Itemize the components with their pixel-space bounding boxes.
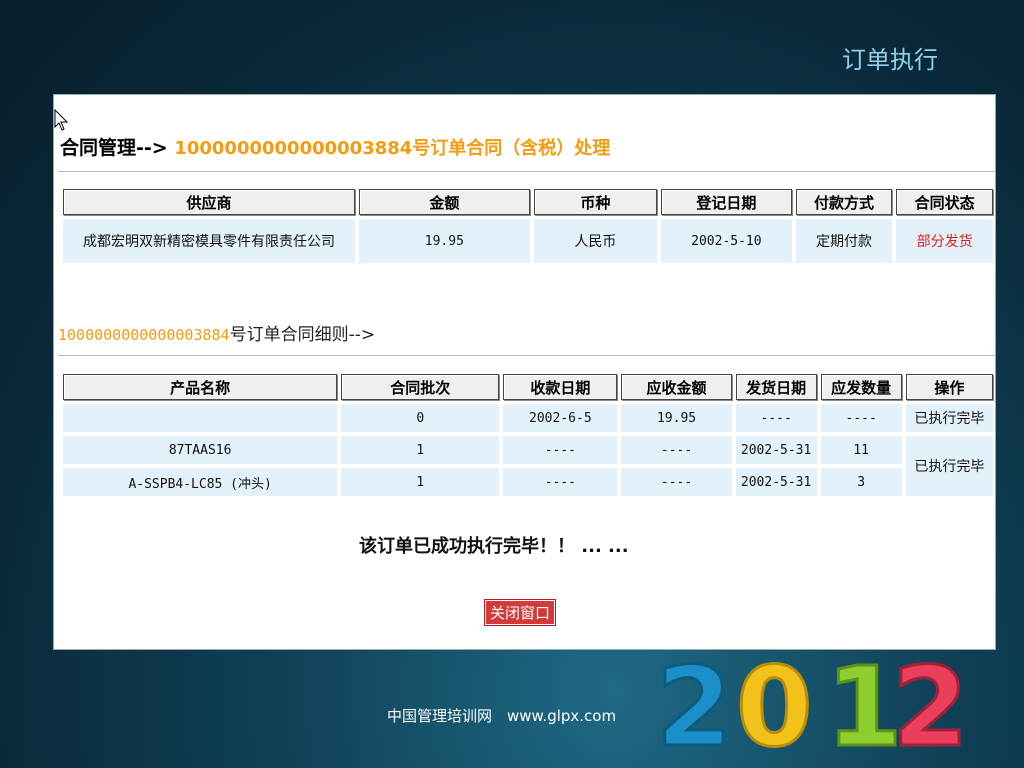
deco-digit: 2	[656, 643, 733, 758]
batch-cell: 1	[341, 468, 500, 496]
slide-title: 订单执行	[842, 46, 938, 74]
col-currency: 币种	[533, 189, 658, 215]
contract-header-row: 供应商 金额 币种 登记日期 付款方式 合同状态	[63, 189, 993, 215]
detail-order-no: 1000000000000003884	[58, 326, 230, 344]
detail-header-row: 产品名称 合同批次 收款日期 应收金额 发货日期 应发数量 操作	[63, 374, 993, 400]
col-pay-date: 收款日期	[503, 374, 618, 400]
pay-date-cell: 2002-6-5	[503, 404, 618, 432]
qty-cell: 3	[820, 468, 902, 496]
ship-date-cell: 2002-5-31	[735, 468, 817, 496]
deco-digit: 0	[736, 643, 813, 758]
product-cell	[63, 404, 338, 432]
col-date: 登记日期	[661, 189, 792, 215]
divider	[58, 355, 995, 356]
year-2012-decoration: 2 0 1 2	[655, 643, 971, 758]
detail-title-suffix: 号订单合同细则-->	[229, 325, 376, 345]
slide-footer: 中国管理培训网 www.glpx.com	[387, 707, 617, 725]
detail-table: 产品名称 合同批次 收款日期 应收金额 发货日期 应发数量 操作 0 2002-…	[59, 370, 997, 500]
ship-date-cell: 2002-5-31	[735, 436, 817, 464]
status-badge: 部分发货	[896, 219, 993, 263]
table-row: 0 2002-6-5 19.95 ---- ---- 已执行完毕	[63, 404, 993, 432]
pay-date-cell: ----	[503, 436, 618, 464]
heading-prefix: 合同管理-->	[60, 137, 168, 159]
page-heading: 合同管理--> 1000000000000003884号订单合同（含税）处理	[60, 133, 610, 160]
qty-cell: 11	[820, 436, 902, 464]
col-status: 合同状态	[896, 189, 993, 215]
detail-heading: 1000000000000003884号订单合同细则-->	[58, 320, 375, 345]
table-row: 87TAAS16 1 ---- ---- 2002-5-31 11 已执行完毕	[63, 436, 993, 496]
divider	[58, 171, 995, 172]
date-cell: 2002-5-10	[661, 219, 792, 263]
col-product: 产品名称	[63, 374, 338, 400]
close-window-button[interactable]: 关闭窗口	[483, 599, 557, 626]
col-payment: 付款方式	[795, 189, 893, 215]
completion-message: 该订单已成功执行完毕！！ ... ...	[359, 536, 629, 557]
batch-cell: 0	[341, 404, 500, 432]
col-amount: 金额	[359, 189, 530, 215]
heading-order: 1000000000000003884号订单合同（含税）处理	[174, 138, 611, 159]
qty-cell: ----	[820, 404, 902, 432]
receivable-cell: 19.95	[621, 404, 732, 432]
currency-cell: 人民币	[533, 219, 658, 263]
col-qty: 应发数量	[820, 374, 902, 400]
action-cell: 已执行完毕	[905, 404, 993, 432]
table-row: A-SSPB4-LC85 (冲头) 1 ---- ---- 2002-5-31 …	[63, 468, 993, 496]
product-cell: 87TAAS16	[63, 436, 338, 464]
payment-cell: 定期付款	[795, 219, 893, 263]
col-batch: 合同批次	[341, 374, 500, 400]
col-action: 操作	[905, 374, 993, 400]
mouse-cursor-icon	[54, 109, 69, 131]
supplier-cell: 成都宏明双新精密模具零件有限责任公司	[63, 219, 356, 263]
action-cell: 已执行完毕	[905, 436, 993, 496]
batch-cell: 1	[341, 436, 500, 464]
deco-digit: 2	[892, 643, 969, 758]
contract-table: 供应商 金额 币种 登记日期 付款方式 合同状态 成都宏明双新精密模具零件有限责…	[59, 185, 997, 267]
app-window: 合同管理--> 1000000000000003884号订单合同（含税）处理 供…	[53, 94, 996, 650]
receivable-cell: ----	[621, 468, 732, 496]
pay-date-cell: ----	[503, 468, 618, 496]
table-row: 成都宏明双新精密模具零件有限责任公司 19.95 人民币 2002-5-10 定…	[63, 219, 993, 263]
col-receivable: 应收金额	[621, 374, 732, 400]
col-ship-date: 发货日期	[735, 374, 817, 400]
col-supplier: 供应商	[63, 189, 356, 215]
product-cell: A-SSPB4-LC85 (冲头)	[63, 468, 338, 496]
receivable-cell: ----	[621, 436, 732, 464]
amount-cell: 19.95	[359, 219, 530, 263]
ship-date-cell: ----	[735, 404, 817, 432]
